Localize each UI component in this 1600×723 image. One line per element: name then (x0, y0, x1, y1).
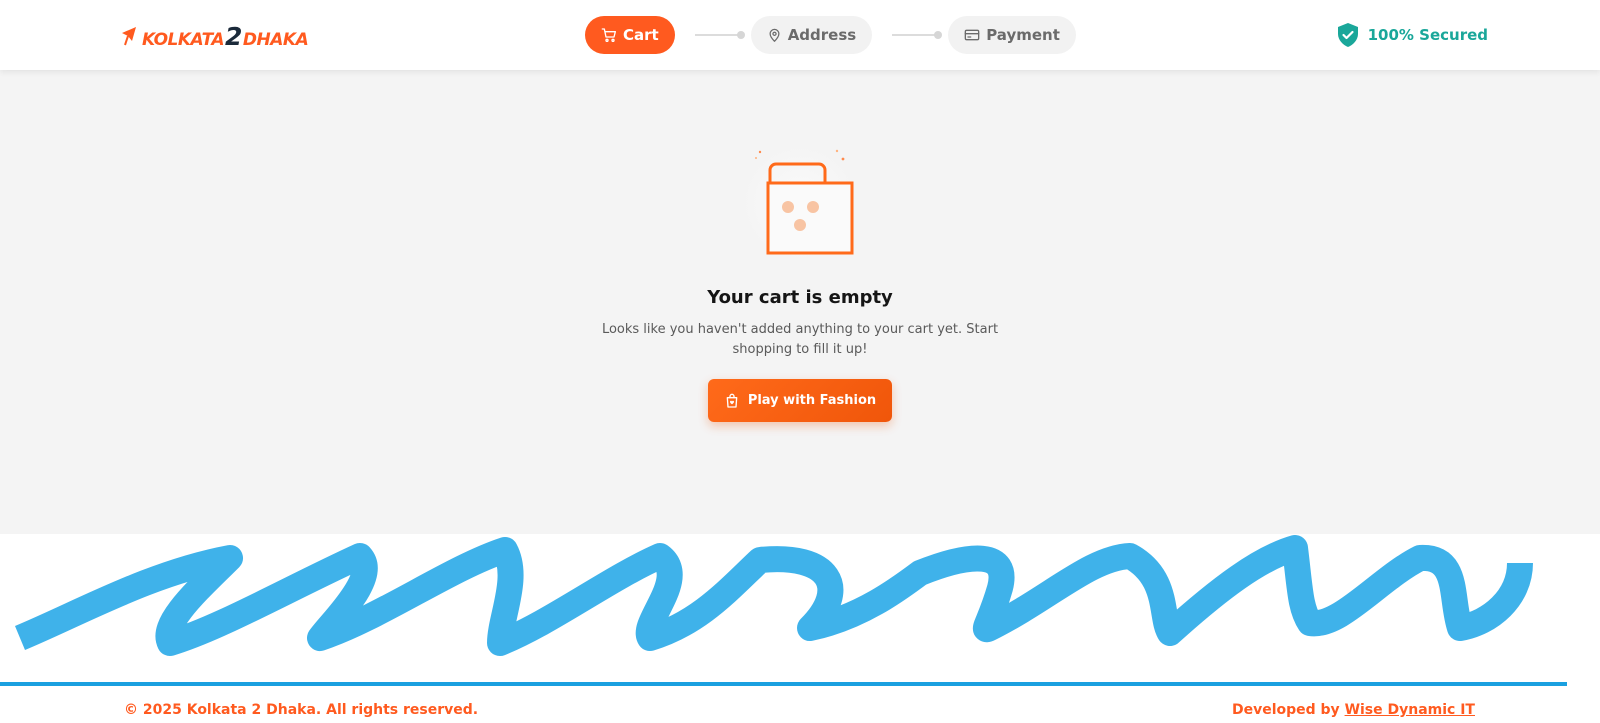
empty-cart-section: Your cart is empty Looks like you haven'… (0, 70, 1600, 534)
scribble-annotation (14, 535, 1533, 656)
credit-card-icon (964, 29, 980, 41)
logo-wordmark: KOLKATA 2 DHAKA (142, 21, 309, 51)
footer-credit: Developed by Wise Dynamic IT (1232, 702, 1475, 718)
logo-number: 2 (225, 21, 242, 51)
checkout-steps: Cart Address Payment (585, 16, 1076, 54)
step-connector (892, 31, 943, 39)
step-payment-label: Payment (986, 26, 1060, 44)
play-with-fashion-button[interactable]: Play with Fashion (708, 379, 892, 422)
map-pin-icon (769, 28, 780, 42)
empty-cart-title: Your cart is empty (707, 287, 893, 308)
step-cart-label: Cart (623, 26, 659, 44)
step-payment[interactable]: Payment (948, 16, 1076, 54)
secured-label: 100% Secured (1367, 26, 1488, 44)
play-with-fashion-label: Play with Fashion (747, 393, 877, 408)
step-cart[interactable]: Cart (585, 16, 675, 54)
site-logo[interactable]: KOLKATA 2 DHAKA (120, 21, 309, 51)
step-connector (694, 31, 745, 39)
shield-check-icon (1337, 23, 1358, 47)
logo-prefix: KOLKATA (142, 29, 225, 50)
footer-divider (0, 682, 1567, 686)
shopping-bag-icon (755, 149, 854, 255)
secured-badge: 100% Secured (1336, 22, 1488, 48)
developer-link[interactable]: Wise Dynamic IT (1345, 702, 1475, 718)
empty-bag-illustration (740, 143, 860, 263)
site-header: KOLKATA 2 DHAKA Cart Address Payment 100… (0, 0, 1600, 70)
developed-by-prefix: Developed by (1231, 702, 1345, 718)
footer-copyright: © 2025 Kolkata 2 Dhaka. All rights reser… (124, 702, 479, 718)
empty-cart-description: Looks like you haven't added anything to… (601, 322, 999, 357)
step-address-label: Address (787, 26, 857, 44)
shopping-bag-heart-icon (726, 393, 738, 408)
step-address[interactable]: Address (750, 16, 873, 54)
logo-suffix: DHAKA (242, 29, 309, 50)
cart-icon (601, 28, 616, 42)
kite-logo-icon (122, 27, 136, 46)
